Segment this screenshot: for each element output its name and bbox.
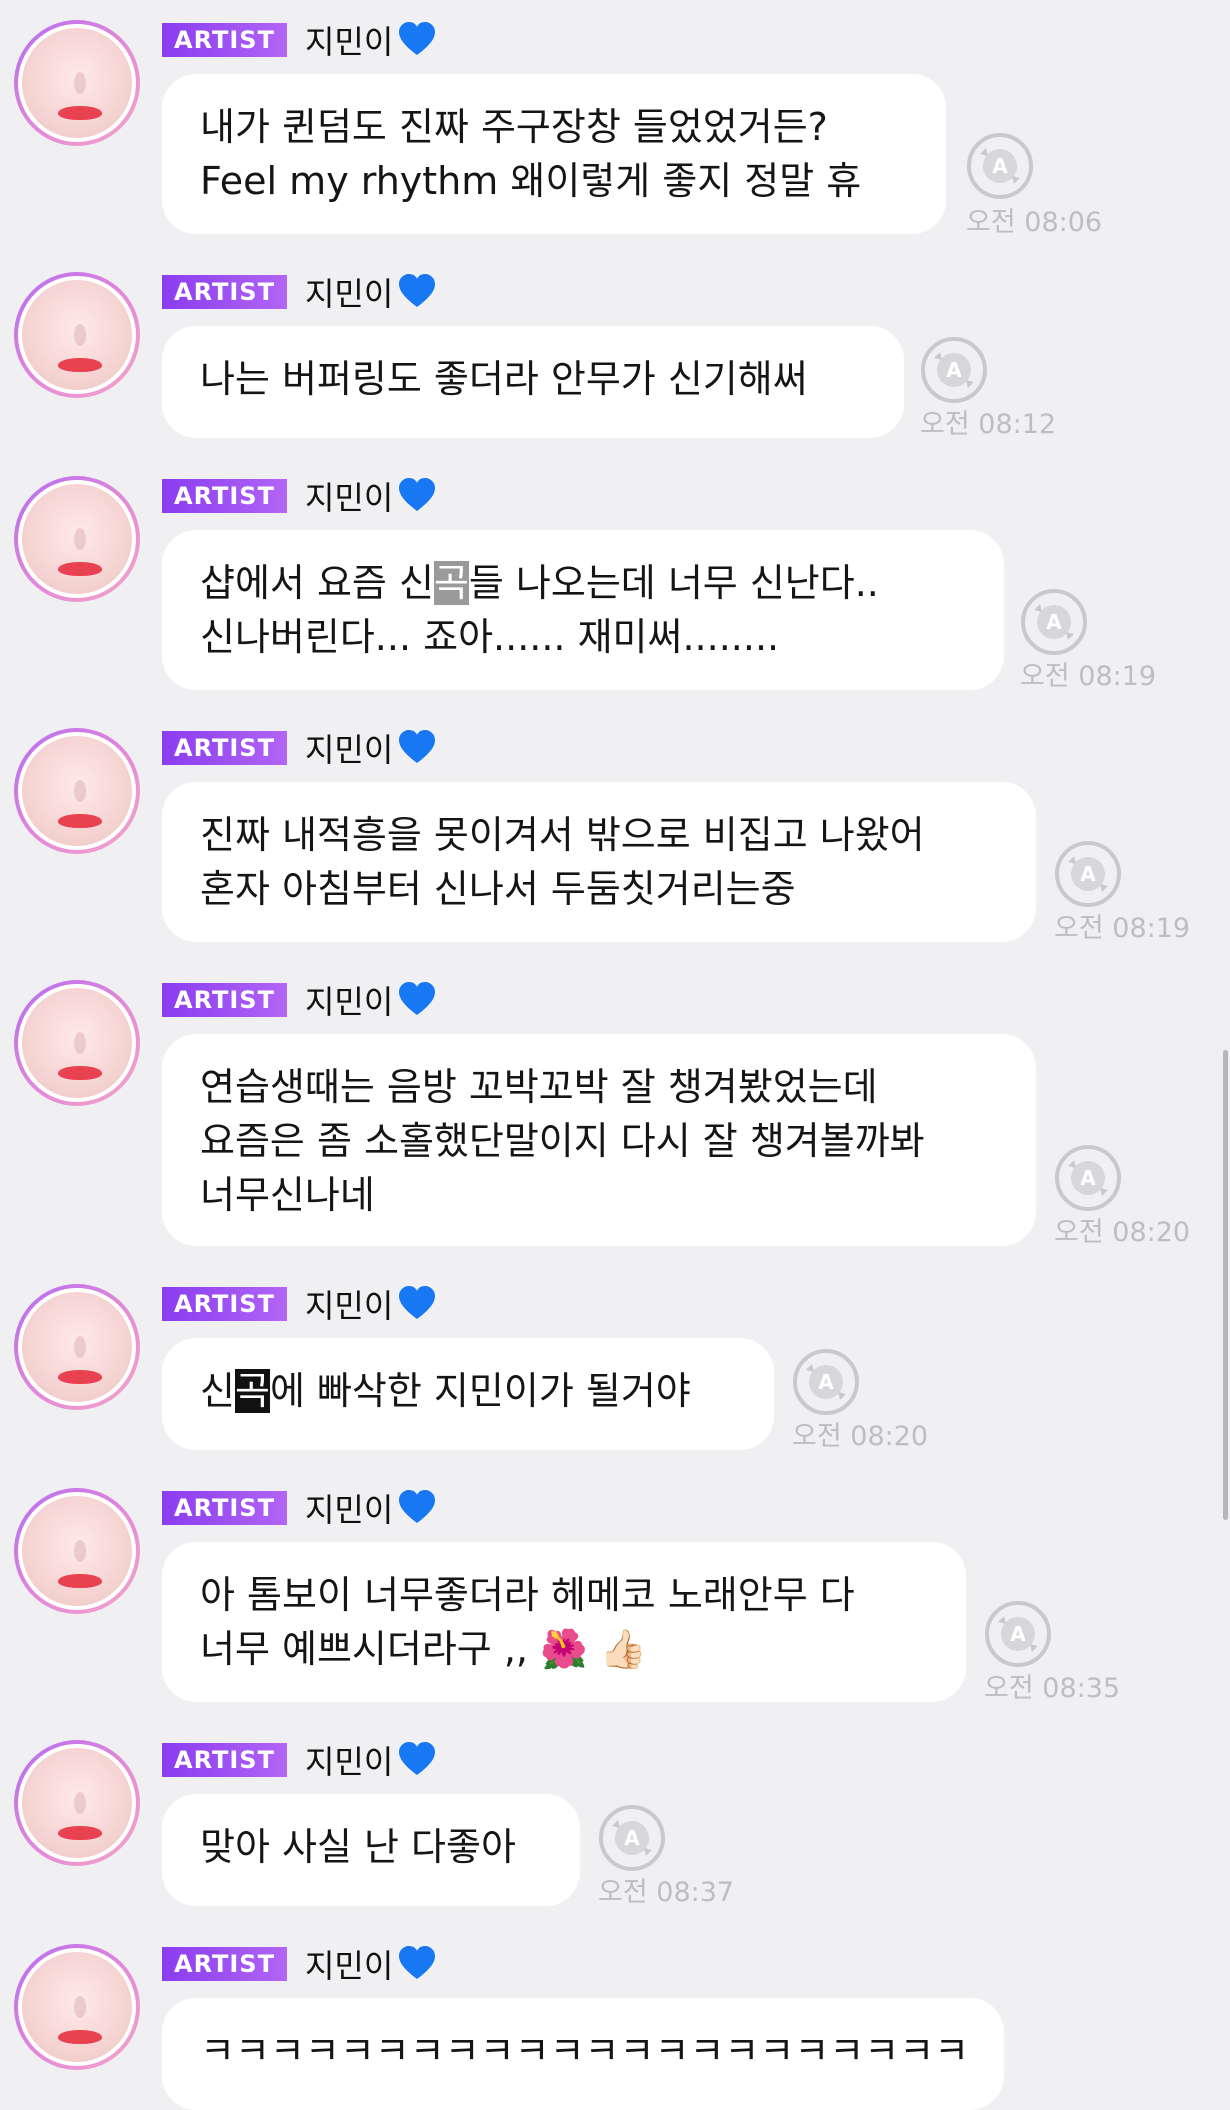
scrollbar[interactable] (1223, 1050, 1228, 1520)
avatar[interactable] (14, 20, 140, 146)
blue-heart-icon (399, 982, 436, 1015)
message-bubble[interactable]: 진짜 내적흥을 못이겨서 밖으로 비집고 나왔어 혼자 아침부터 신나서 두둠칫… (162, 782, 1036, 942)
translate-a-icon[interactable]: A (1020, 588, 1088, 656)
message-time: 오전 08:19 (1054, 913, 1191, 944)
artist-badge: ARTIST (162, 731, 287, 765)
blue-heart-icon (399, 730, 436, 763)
artist-badge: ARTIST (162, 1743, 287, 1777)
svg-text:A: A (624, 1826, 640, 1850)
translate-a-icon[interactable]: A (792, 1348, 860, 1416)
message-header: ARTIST 지민이 (162, 269, 437, 315)
message-header: ARTIST 지민이 (162, 1281, 437, 1327)
sender-name: 지민이 (305, 17, 437, 63)
message-time: 오전 08:19 (1020, 661, 1157, 692)
artist-badge: ARTIST (162, 1491, 287, 1525)
sender-name: 지민이 (305, 269, 437, 315)
blue-heart-icon (399, 478, 436, 511)
message-time: 오전 08:06 (966, 207, 1103, 238)
message-time: 오전 08:12 (920, 409, 1057, 440)
message-time: 오전 08:20 (1054, 1217, 1191, 1248)
message-header: ARTIST 지민이 (162, 473, 437, 519)
blue-heart-icon (399, 22, 436, 55)
avatar[interactable] (14, 728, 140, 854)
artist-badge: ARTIST (162, 983, 287, 1017)
avatar[interactable] (14, 272, 140, 398)
translate-a-icon[interactable]: A (984, 1600, 1052, 1668)
svg-text:A: A (1010, 1622, 1026, 1646)
message-bubble[interactable]: ㅋㅋㅋㅋㅋㅋㅋㅋㅋㅋㅋㅋㅋㅋㅋㅋㅋㅋㅋㅋㅋㅋ (162, 1998, 1004, 2110)
svg-text:A: A (1080, 1166, 1096, 1190)
translate-a-icon[interactable]: A (598, 1804, 666, 1872)
message-header: ARTIST 지민이 (162, 1485, 437, 1531)
sender-name: 지민이 (305, 1941, 437, 1987)
sender-name: 지민이 (305, 1281, 437, 1327)
sender-name: 지민이 (305, 1485, 437, 1531)
avatar[interactable] (14, 1740, 140, 1866)
message-bubble[interactable]: 내가 퀸덤도 진짜 주구장창 들었었거든? Feel my rhythm 왜이렇… (162, 74, 946, 234)
svg-text:A: A (1046, 610, 1062, 634)
translate-a-icon[interactable]: A (1054, 1144, 1122, 1212)
sender-name: 지민이 (305, 473, 437, 519)
message-bubble[interactable]: 아 톰보이 너무좋더라 헤메코 노래안무 다 너무 예쁘시더라구 ,, 🌺 👍🏻 (162, 1542, 966, 1702)
message-bubble[interactable]: 연습생때는 음방 꼬박꼬박 잘 챙겨봤었는데 요즘은 좀 소홀했단말이지 다시 … (162, 1034, 1036, 1246)
chat-message-list[interactable]: ARTIST 지민이 내가 퀸덤도 진짜 주구장창 들었었거든? Feel my… (0, 0, 1230, 2110)
sender-name: 지민이 (305, 977, 437, 1023)
svg-text:A: A (946, 358, 962, 382)
blue-heart-icon (399, 274, 436, 307)
avatar[interactable] (14, 1944, 140, 2070)
blue-heart-icon (399, 1490, 436, 1523)
artist-badge: ARTIST (162, 1287, 287, 1321)
message-bubble[interactable]: 샵에서 요즘 신곡들 나오는데 너무 신난다.. 신나버린다... 죠아....… (162, 530, 1004, 690)
sender-name: 지민이 (305, 725, 437, 771)
message-bubble[interactable]: 맞아 사실 난 다좋아 (162, 1794, 580, 1906)
svg-text:A: A (1080, 862, 1096, 886)
message-header: ARTIST 지민이 (162, 977, 437, 1023)
message-header: ARTIST 지민이 (162, 725, 437, 771)
svg-text:A: A (992, 154, 1008, 178)
blue-heart-icon (399, 1742, 436, 1775)
svg-text:A: A (818, 1370, 834, 1394)
message-time: 오전 08:37 (598, 1877, 735, 1908)
avatar[interactable] (14, 1488, 140, 1614)
message-time: 오전 08:35 (984, 1673, 1121, 1704)
artist-badge: ARTIST (162, 1947, 287, 1981)
avatar[interactable] (14, 980, 140, 1106)
message-header: ARTIST 지민이 (162, 1737, 437, 1783)
translate-a-icon[interactable]: A (920, 336, 988, 404)
sender-name: 지민이 (305, 1737, 437, 1783)
message-header: ARTIST 지민이 (162, 17, 437, 63)
message-time: 오전 08:20 (792, 1421, 929, 1452)
message-bubble[interactable]: 신곡에 빠삭한 지민이가 될거야 (162, 1338, 774, 1450)
avatar[interactable] (14, 476, 140, 602)
artist-badge: ARTIST (162, 23, 287, 57)
artist-badge: ARTIST (162, 479, 287, 513)
translate-a-icon[interactable]: A (966, 132, 1034, 200)
message-header: ARTIST 지민이 (162, 1941, 437, 1987)
message-bubble[interactable]: 나는 버퍼링도 좋더라 안무가 신기해써 (162, 326, 904, 438)
artist-badge: ARTIST (162, 275, 287, 309)
avatar[interactable] (14, 1284, 140, 1410)
highlighted-character: 곡 (433, 561, 469, 605)
blue-heart-icon (399, 1286, 436, 1319)
highlighted-character: 곡 (234, 1369, 270, 1413)
translate-a-icon[interactable]: A (1054, 840, 1122, 908)
blue-heart-icon (399, 1946, 436, 1979)
